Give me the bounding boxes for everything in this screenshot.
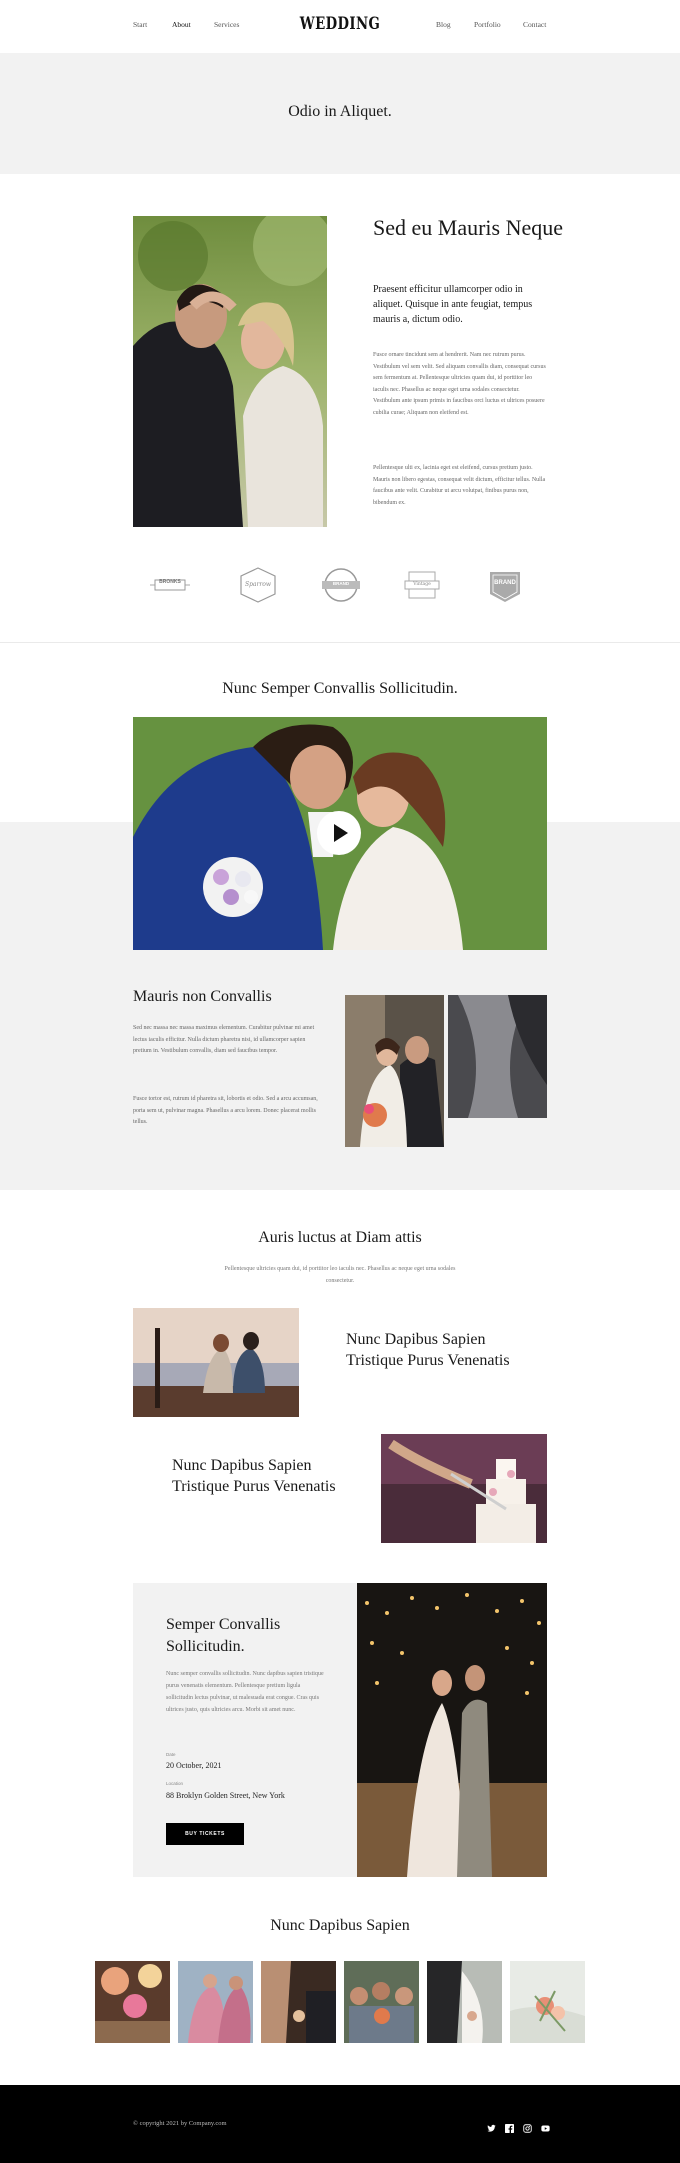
gallery-image[interactable]	[95, 1961, 170, 2043]
gallery-image[interactable]	[510, 1961, 585, 2043]
cake-cutting-photo	[381, 1434, 547, 1543]
play-button[interactable]	[317, 811, 361, 855]
section-paragraph: Fusce ornare tincidunt sem at hendrerit.…	[373, 352, 546, 416]
section-divider	[0, 642, 680, 643]
twitter-icon[interactable]	[487, 2118, 496, 2132]
copyright-text: © copyright 2021 by Company.com	[133, 2120, 227, 2127]
event-title: Semper Convallis Sollicitudin.	[166, 1616, 281, 1655]
date-label: Date	[166, 1752, 176, 1757]
gallery-image[interactable]	[178, 1961, 253, 2043]
veil-closeup-photo	[448, 995, 547, 1118]
event-description: Nunc semper convallis sollicitudin. Nunc…	[166, 1671, 324, 1713]
brand-logo-label: BRONKS	[159, 579, 181, 585]
brand-logo-label: BRAND	[494, 580, 516, 586]
section-title: Auris luctus at Diam attis	[258, 1229, 422, 1246]
brand-logo-label: Vintage	[413, 582, 431, 587]
wedding-video[interactable]	[133, 717, 547, 950]
youtube-icon[interactable]	[541, 2118, 550, 2132]
brand-logo-label: BRAND	[332, 581, 350, 586]
nav-link-contact[interactable]: Contact	[523, 20, 546, 29]
section-subtitle: Pellentesque ultricies quam dui, id port…	[224, 1266, 456, 1284]
couple-bouquet-photo	[345, 995, 444, 1147]
couple-lights-photo	[357, 1583, 547, 1877]
gallery-image[interactable]	[427, 1961, 502, 2043]
brand-logos-row: BRONKS Sparrow BRAND Vintage BRAND	[145, 560, 540, 610]
section-lead-text: Praesent efficitur ullamcorper odio in a…	[373, 284, 533, 325]
gallery-image[interactable]	[261, 1961, 336, 2043]
top-navigation: Start About Services WEDDING Blog Portfo…	[0, 0, 680, 53]
site-footer: © copyright 2021 by Company.com	[0, 2085, 680, 2163]
instagram-icon[interactable]	[523, 2118, 532, 2133]
brand-logo-label: Sparrow	[244, 581, 271, 588]
gallery-image[interactable]	[344, 1961, 419, 2043]
section-title: Sed eu Mauris Neque	[373, 215, 564, 240]
feature-heading: Nunc Dapibus Sapien Tristique Purus Vene…	[346, 1331, 510, 1369]
feature-heading: Nunc Dapibus Sapien Tristique Purus Vene…	[172, 1457, 336, 1495]
section-title: Nunc Semper Convallis Sollicitudin.	[222, 680, 458, 697]
nav-link-portfolio[interactable]: Portfolio	[474, 20, 501, 29]
buy-tickets-button[interactable]: BUY TICKETS	[166, 1823, 244, 1845]
section-paragraph: Pellentesque ulti ex, lacinia eget est e…	[373, 465, 546, 506]
couple-embrace-photo	[133, 216, 327, 527]
event-date: 20 October, 2021	[166, 1761, 222, 1770]
section-title: Nunc Dapibus Sapien	[270, 1917, 410, 1934]
section-paragraph: Fusce tortor est, rutrum id pharetra sit…	[133, 1096, 318, 1125]
facebook-icon[interactable]	[505, 2118, 514, 2133]
couple-dock-photo	[133, 1308, 299, 1417]
brand-logo: Vintage	[397, 560, 447, 610]
event-info-card: Semper Convallis Sollicitudin. Nunc semp…	[133, 1583, 357, 1877]
brand-logo: BRAND	[480, 560, 530, 610]
brand-logo: BRAND	[316, 560, 366, 610]
brand-logo: Sparrow	[233, 560, 283, 610]
brand-logo: BRONKS	[145, 560, 195, 610]
nav-link-blog[interactable]: Blog	[436, 20, 451, 29]
section-paragraph: Sed nec massa nec massa maximus elementu…	[133, 1025, 315, 1054]
photo-gallery	[95, 1961, 585, 2043]
page-header-band: Odio in Aliquet.	[0, 53, 680, 174]
section-title: Mauris non Convallis	[133, 988, 272, 1005]
location-label: Location	[166, 1781, 184, 1786]
event-location: 88 Broklyn Golden Street, New York	[166, 1791, 285, 1800]
page-title: Odio in Aliquet.	[288, 103, 392, 120]
